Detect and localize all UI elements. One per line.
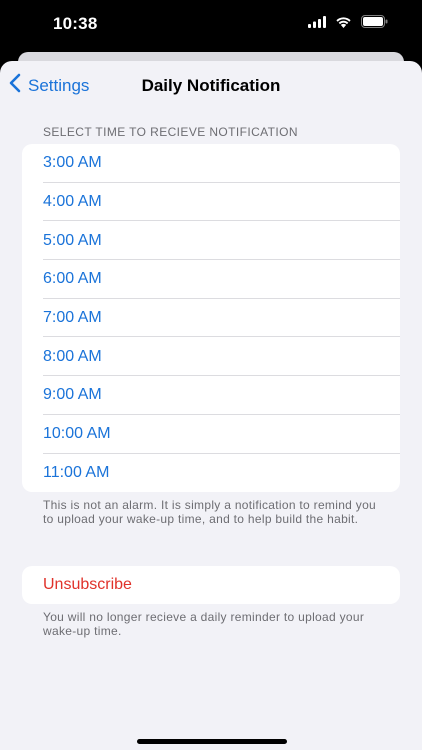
unsubscribe-footer-text: You will no longer recieve a daily remin…	[43, 610, 365, 638]
signal-icon	[308, 15, 326, 33]
times-footer-text: This is not an alarm. It is simply a not…	[43, 498, 377, 526]
settings-sheet: Settings Daily Notification SELECT TIME …	[0, 61, 422, 750]
home-indicator	[137, 739, 287, 744]
status-time: 10:38	[53, 14, 98, 33]
page-title: Daily Notification	[141, 76, 281, 95]
time-options-list: 3:00 AM 4:00 AM 5:00 AM 6:00 AM 7:00 AM …	[22, 144, 400, 492]
time-option-9am[interactable]: 9:00 AM	[22, 376, 400, 415]
time-option-8am[interactable]: 8:00 AM	[22, 337, 400, 376]
section-header: SELECT TIME TO RECIEVE NOTIFICATION	[43, 125, 298, 139]
time-option-5am[interactable]: 5:00 AM	[22, 221, 400, 260]
status-icons	[308, 15, 388, 33]
time-option-4am[interactable]: 4:00 AM	[22, 183, 400, 222]
time-option-3am[interactable]: 3:00 AM	[22, 144, 400, 183]
battery-icon	[361, 15, 388, 33]
wifi-icon	[335, 15, 352, 33]
time-option-6am[interactable]: 6:00 AM	[22, 260, 400, 299]
time-option-11am[interactable]: 11:00 AM	[22, 454, 400, 493]
navigation-bar: Settings Daily Notification	[0, 61, 422, 109]
unsubscribe-button[interactable]: Unsubscribe	[22, 566, 400, 604]
time-option-7am[interactable]: 7:00 AM	[22, 299, 400, 338]
unsubscribe-group: Unsubscribe	[22, 566, 400, 604]
time-option-10am[interactable]: 10:00 AM	[22, 415, 400, 454]
status-bar: 10:38	[0, 0, 422, 52]
